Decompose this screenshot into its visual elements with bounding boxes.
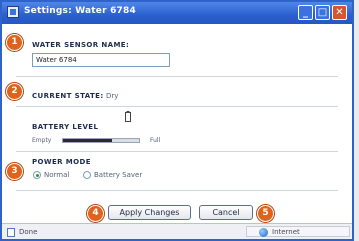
- status-done-text: Done: [19, 228, 38, 236]
- callout-4: 4: [87, 205, 104, 222]
- callout-5: 5: [257, 205, 274, 222]
- callout-3: 3: [6, 163, 23, 180]
- battery-icon: [125, 111, 131, 122]
- globe-icon: [259, 228, 268, 237]
- status-zone-text: Internet: [272, 228, 300, 236]
- divider: [16, 151, 338, 152]
- battery-level-bar: [62, 138, 140, 143]
- settings-window: Settings: Water 6784 _ □ ✕ 1 WATER SENSO…: [0, 0, 354, 241]
- page-icon: [7, 228, 15, 237]
- callout-1: 1: [6, 34, 23, 51]
- title-bar[interactable]: Settings: Water 6784 _ □ ✕: [2, 2, 352, 24]
- close-button[interactable]: ✕: [332, 5, 347, 20]
- power-mode-normal-radio[interactable]: [33, 171, 41, 179]
- power-mode-normal-label[interactable]: Normal: [44, 171, 69, 179]
- current-state-value: Dry: [106, 92, 119, 100]
- sensor-name-label: WATER SENSOR NAME:: [32, 41, 130, 49]
- callout-2: 2: [6, 83, 23, 100]
- battery-empty-label: Empty: [32, 137, 52, 144]
- cancel-button[interactable]: Cancel: [199, 205, 253, 220]
- divider: [16, 76, 338, 77]
- power-mode-battery-saver-label[interactable]: Battery Saver: [94, 171, 142, 179]
- power-mode-battery-saver-radio[interactable]: [83, 171, 91, 179]
- window-title: Settings: Water 6784: [24, 6, 136, 16]
- battery-level-label: BATTERY LEVEL: [32, 123, 99, 131]
- minimize-button[interactable]: _: [298, 5, 313, 20]
- status-bar: Done Internet: [2, 223, 352, 239]
- app-icon: [7, 6, 19, 18]
- settings-content: 1 WATER SENSOR NAME: 2 CURRENT STATE: Dr…: [2, 24, 352, 223]
- power-mode-label: POWER MODE: [32, 158, 91, 166]
- battery-level-fill: [63, 139, 112, 142]
- battery-full-label: Full: [150, 137, 161, 144]
- current-state-label: CURRENT STATE:: [32, 92, 104, 100]
- divider: [16, 190, 338, 191]
- maximize-button[interactable]: □: [315, 5, 330, 20]
- apply-changes-button[interactable]: Apply Changes: [108, 205, 191, 220]
- divider: [16, 106, 338, 107]
- sensor-name-input[interactable]: [32, 53, 170, 67]
